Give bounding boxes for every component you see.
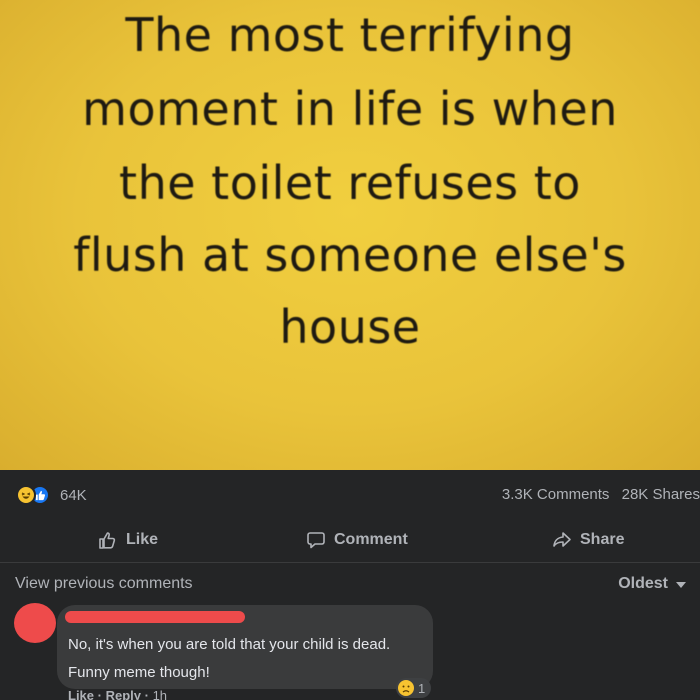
avatar[interactable] (14, 603, 56, 643)
post-stats-bar: 64K 3.3K Comments 28K Shares (0, 470, 700, 523)
comment-like-link[interactable]: Like (68, 688, 94, 700)
comment-sort-dropdown[interactable]: Oldest (618, 575, 686, 593)
comment-timestamp[interactable]: 1h (153, 688, 167, 700)
share-arrow-icon (553, 532, 571, 547)
reaction-count: 64K (60, 486, 87, 504)
comment-text-line: No, it's when you are told that your chi… (68, 636, 391, 653)
sort-label: Oldest (618, 575, 668, 592)
comment-label: Comment (334, 531, 408, 548)
comment-reaction-badge[interactable]: 1 (396, 678, 432, 698)
comment-bubble: No, it's when you are told that your chi… (57, 605, 433, 689)
redacted-commenter-name (65, 611, 245, 623)
comment-button[interactable]: Comment (306, 530, 408, 550)
meme-image[interactable]: The most terrifying moment in life is wh… (0, 0, 700, 470)
view-previous-comments-link[interactable]: View previous comments (15, 575, 193, 593)
meme-line: The most terrifying (125, 8, 575, 62)
comment-text-line: Funny meme though! (68, 664, 210, 681)
shares-count-link[interactable]: 28K Shares (622, 486, 700, 503)
share-button[interactable]: Share (552, 530, 624, 550)
reactions-summary[interactable]: 64K (16, 484, 87, 506)
comment-reaction-count: 1 (418, 680, 426, 696)
comment-bubble-icon (307, 532, 325, 549)
comments-section: View previous comments Oldest No, it's w… (0, 563, 700, 700)
comments-count-link[interactable]: 3.3K Comments (502, 486, 610, 503)
meme-line: flush at someone else's (73, 228, 627, 282)
caret-down-icon (676, 582, 686, 588)
like-label: Like (126, 531, 159, 548)
comment-meta: Like · Reply · 1h (68, 688, 167, 700)
engagement-counts: 3.3K Comments 28K Shares (502, 486, 700, 503)
meme-line: house (279, 300, 421, 354)
haha-icon (16, 485, 36, 505)
sad-icon (398, 680, 414, 696)
facebook-post: The most terrifying moment in life is wh… (0, 0, 700, 700)
comment-text: No, it's when you are told that your chi… (68, 631, 390, 687)
comment-reply-link[interactable]: Reply (106, 688, 141, 700)
like-button[interactable]: Like (98, 530, 158, 550)
meme-line: moment in life is when (82, 82, 618, 136)
post-actions-bar: Like Comment Share (0, 522, 700, 563)
share-label: Share (580, 531, 625, 548)
thumbs-up-icon (99, 532, 116, 549)
meme-line: the toilet refuses to (119, 156, 581, 210)
